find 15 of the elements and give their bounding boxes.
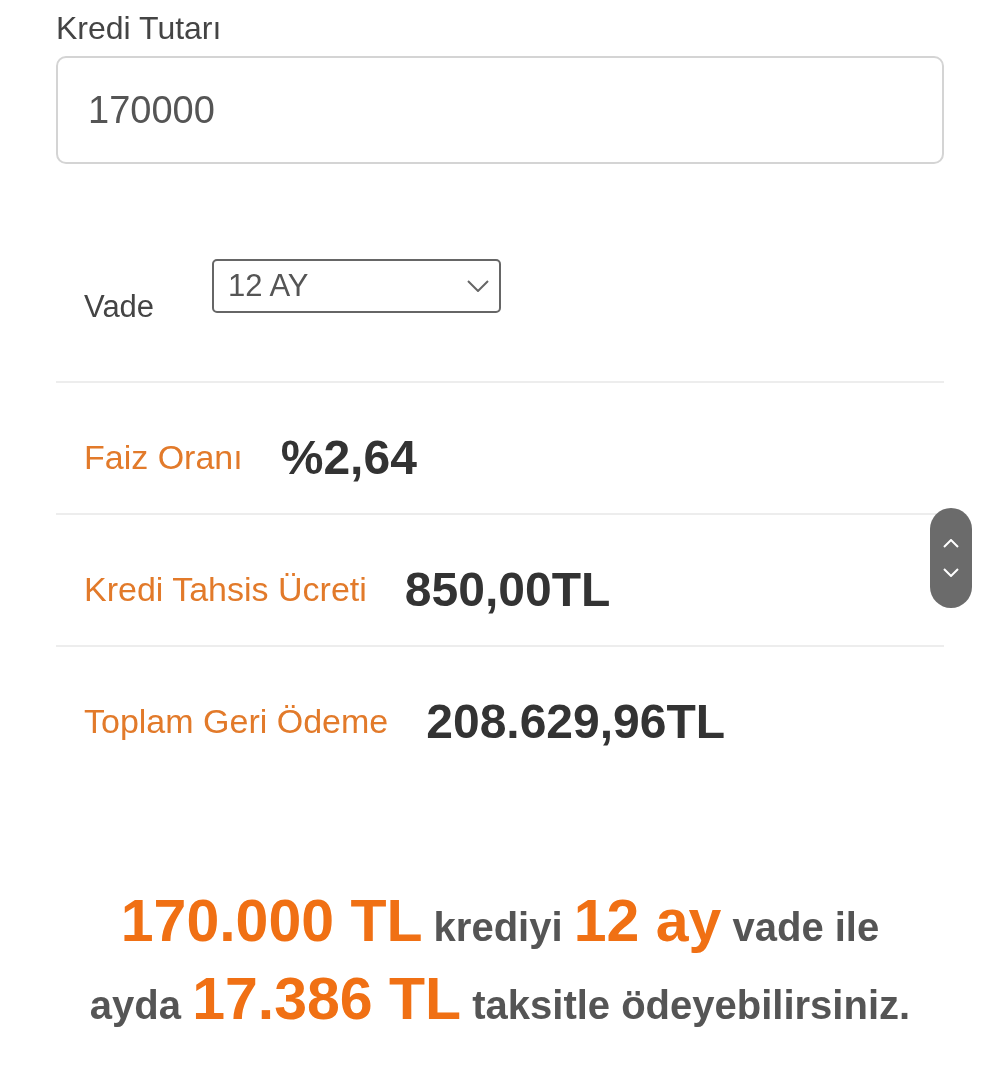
field-label: Kredi Tutarı	[56, 9, 222, 48]
detail-value: 208.629,96TL	[426, 693, 726, 749]
detail-label: Faiz Oranı	[84, 437, 243, 477]
detail-label: Kredi Tahsis Ücreti	[84, 569, 367, 609]
chevron-down-icon	[467, 280, 490, 292]
scroll-control[interactable]	[930, 508, 972, 608]
detail-value: 850,00TL	[404, 561, 611, 617]
chevron-down-icon[interactable]	[943, 568, 959, 577]
loan-amount-field[interactable]: 170000	[56, 56, 944, 164]
payment-summary: 170.000 TL krediyi 12 ay vade ile ayda 17.386 TL taksitle ödeyebilirsiniz.	[88, 887, 912, 1034]
term-label: Vade	[84, 289, 155, 325]
detail-value: %2,64	[280, 429, 417, 485]
term-select[interactable]: 12 AY	[212, 259, 502, 313]
detail-label: Toplam Geri Ödeme	[84, 701, 389, 741]
chevron-up-icon[interactable]	[943, 539, 959, 548]
